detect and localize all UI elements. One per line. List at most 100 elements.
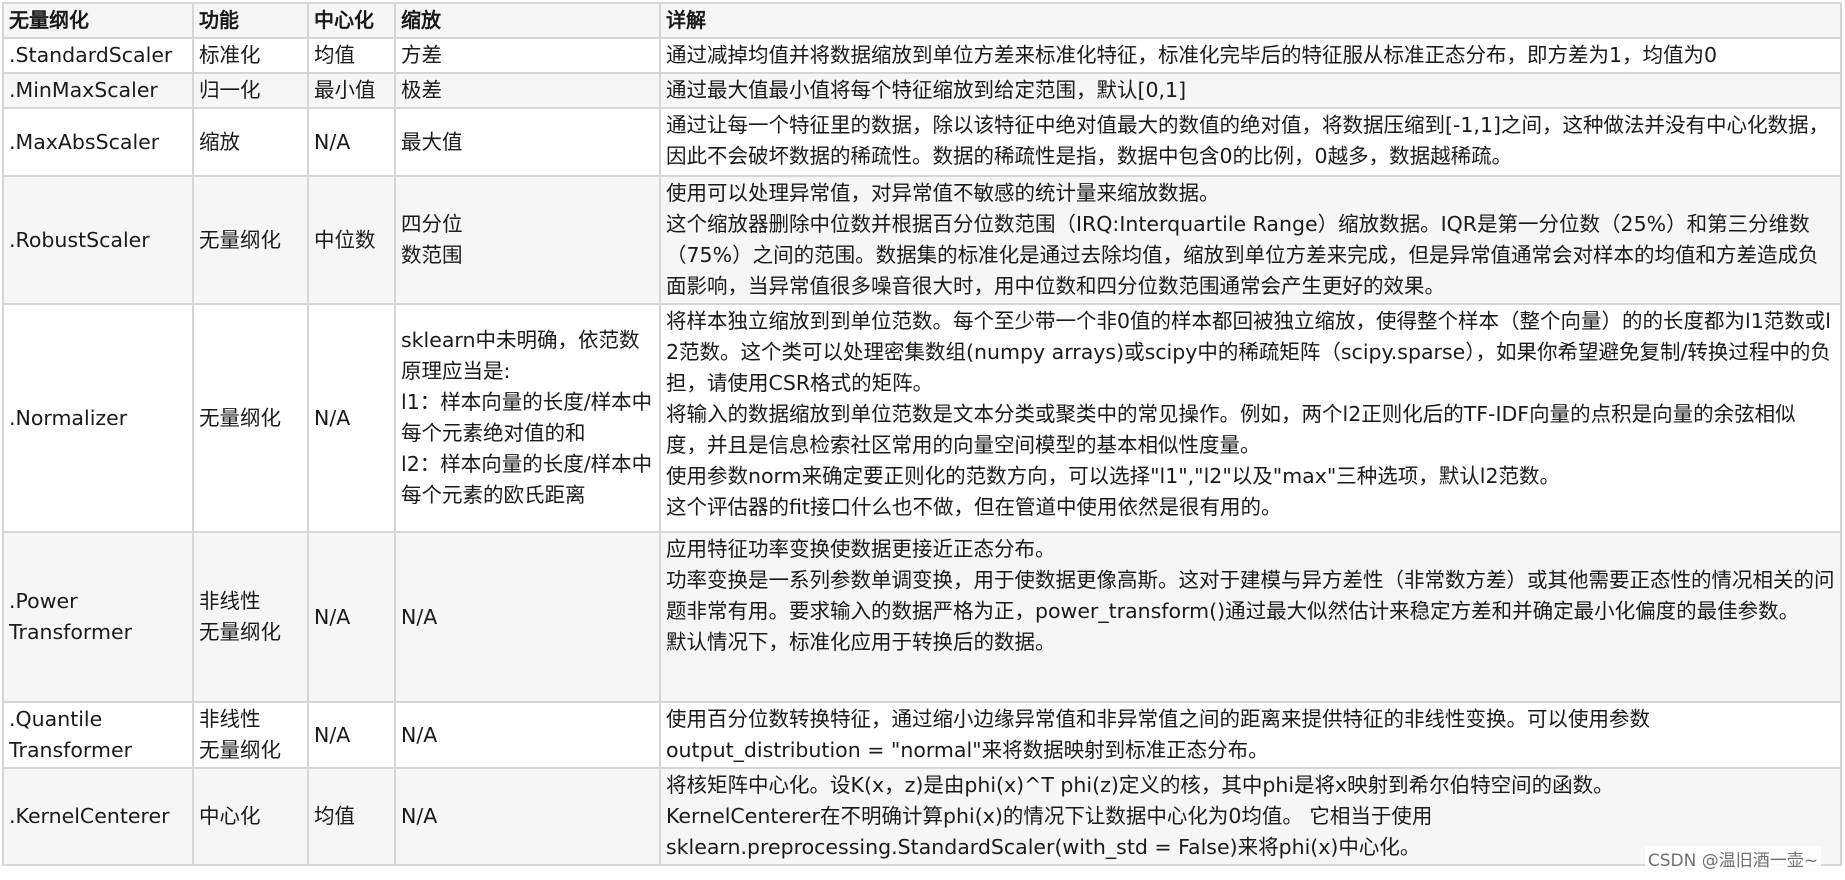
watermark: CSDN @温旧酒一壶~ xyxy=(1644,846,1821,871)
cell-function-line: 标准化 xyxy=(199,43,261,67)
cell-method: .Quantile Transformer xyxy=(2,701,194,769)
cell-function-line: 中心化 xyxy=(199,804,261,828)
cell-centering-line: 最小值 xyxy=(314,78,376,102)
cell-scaling-line: 数范围 xyxy=(401,243,463,267)
cell-function-line: 无量纲化 xyxy=(199,738,281,762)
detail-paragraph: KernelCenterer在不明确计算phi(x)的情况下让数据中心化为0均值… xyxy=(666,804,1433,828)
cell-centering-line: 中位数 xyxy=(314,227,376,252)
cell-centering: N/A xyxy=(307,107,396,177)
cell-scaling-line: 极差 xyxy=(401,78,442,102)
cell-scaling-line: N/A xyxy=(401,604,438,629)
header-function: 功能 xyxy=(192,2,309,39)
cell-scaling: 极差 xyxy=(394,72,661,109)
cell-method-line: .StandardScaler xyxy=(9,43,173,67)
detail-paragraph: 通过让每一个特征里的数据，除以该特征中绝对值最大的数值的绝对值，将数据压缩到[-… xyxy=(666,113,1829,168)
cell-method: .RobustScaler xyxy=(2,175,194,305)
detail-paragraph: 使用百分位数转换特征，通过缩小边缘异常值和非异常值之间的距离来提供特征的非线性变… xyxy=(666,707,1650,731)
table-row: .StandardScaler 标准化 均值 方差 通过减掉均值并将数据缩放到单位方差来… xyxy=(2,37,1842,74)
cell-detail: 通过让每一个特征里的数据，除以该特征中绝对值最大的数值的绝对值，将数据压缩到[-… xyxy=(659,107,1842,177)
cell-scaling-line: N/A xyxy=(401,722,438,747)
cell-detail: 通过减掉均值并将数据缩放到单位方差来标准化特征，标准化完毕后的特征服从标准正态分… xyxy=(659,37,1842,74)
table-row: .Quantile Transformer 非线性 无量纲化 N/A N/A 使用百分位数转… xyxy=(2,701,1842,769)
cell-centering: N/A xyxy=(307,303,396,533)
cell-function: 无量纲化 xyxy=(192,175,309,305)
cell-scaling: N/A xyxy=(394,701,661,769)
table-row: .MaxAbsScaler 缩放 N/A 最大值 通过让每一个特征里的数据，除以该特征中… xyxy=(2,107,1842,177)
detail-paragraph: 将输入的数据缩放到单位范数是文本分类或聚类中的常见操作。例如，两个l2正则化后的… xyxy=(666,402,1796,457)
cell-method-line: .RobustScaler xyxy=(9,227,150,252)
detail-paragraph: 应用特征功率变换使数据更接近正态分布。 xyxy=(666,537,1056,561)
detail-paragraph: output_distribution = "normal"来将数据映射到标准正… xyxy=(666,738,1269,762)
cell-scaling-line: sklearn中未明确，依范数原理应当是: xyxy=(401,328,640,383)
cell-scaling-line: l1：样本向量的长度/样本中每个元素绝对值的和 xyxy=(401,390,653,445)
cell-centering: 最小值 xyxy=(307,72,396,109)
cell-function: 中心化 xyxy=(192,767,309,866)
cell-function-line: 无量纲化 xyxy=(199,227,281,252)
cell-scaling-line: 四分位 xyxy=(401,212,463,236)
header-detail: 详解 xyxy=(659,2,1842,39)
scaler-table: 无量纲化 功能 中心化 缩放 详解 .StandardScaler 标准化 均值 方差… xyxy=(2,2,1842,866)
table-row: .RobustScaler 无量纲化 中位数 四分位 数范围 使用可以处理异常值，对异常值… xyxy=(2,175,1842,305)
header-method: 无量纲化 xyxy=(2,2,194,39)
detail-paragraph: 功率变换是一系列参数单调变换，用于使数据更像高斯。这对于建模与异方差性（非常数方… xyxy=(666,568,1835,623)
detail-paragraph: 默认情况下，标准化应用于转换后的数据。 xyxy=(666,630,1056,654)
cell-scaling: sklearn中未明确，依范数原理应当是: l1：样本向量的长度/样本中每个元素绝… xyxy=(394,303,661,533)
cell-scaling-line: l2：样本向量的长度/样本中每个元素的欧氏距离 xyxy=(401,452,653,507)
cell-function-line: 缩放 xyxy=(199,129,240,154)
cell-function: 归一化 xyxy=(192,72,309,109)
cell-function-line: 非线性 xyxy=(199,707,261,731)
cell-centering: 中位数 xyxy=(307,175,396,305)
cell-method-line: .Normalizer xyxy=(9,405,128,430)
table-row: .Power Transformer 非线性 无量纲化 N/A N/A 应用特征功率变换使数… xyxy=(2,531,1842,703)
detail-paragraph: 使用可以处理异常值，对异常值不敏感的统计量来缩放数据。 xyxy=(666,181,1220,205)
cell-centering-line: 均值 xyxy=(314,804,355,828)
cell-centering-line: 均值 xyxy=(314,43,355,67)
detail-paragraph: 这个缩放器删除中位数并根据百分位数范围（IRQ:Interquartile Ra… xyxy=(666,212,1819,298)
cell-scaling-line: N/A xyxy=(401,804,438,828)
cell-centering-line: N/A xyxy=(314,722,351,747)
cell-method-line: Transformer xyxy=(9,620,133,644)
cell-scaling-line: 方差 xyxy=(401,43,442,67)
cell-detail: 应用特征功率变换使数据更接近正态分布。功率变换是一系列参数单调变换，用于使数据更… xyxy=(659,531,1842,703)
cell-function: 无量纲化 xyxy=(192,303,309,533)
cell-function-line: 无量纲化 xyxy=(199,620,281,644)
cell-centering: N/A xyxy=(307,701,396,769)
table-row: .KernelCenterer 中心化 均值 N/A 将核矩阵中心化。设K(x，z)是由… xyxy=(2,767,1842,866)
table-header-row: 无量纲化 功能 中心化 缩放 详解 xyxy=(2,2,1842,39)
cell-function: 标准化 xyxy=(192,37,309,74)
cell-method-line: .Power xyxy=(9,589,78,613)
cell-method: .Normalizer xyxy=(2,303,194,533)
cell-scaling: 方差 xyxy=(394,37,661,74)
cell-method-line: .MaxAbsScaler xyxy=(9,129,160,154)
cell-centering-line: N/A xyxy=(314,129,351,154)
cell-detail: 通过最大值最小值将每个特征缩放到给定范围，默认[0,1] xyxy=(659,72,1842,109)
detail-paragraph: 这个评估器的fit接口什么也不做，但在管道中使用依然是很有用的。 xyxy=(666,495,1282,519)
cell-scaling: 四分位 数范围 xyxy=(394,175,661,305)
cell-function: 非线性 无量纲化 xyxy=(192,701,309,769)
cell-centering-line: N/A xyxy=(314,604,351,629)
cell-scaling: 最大值 xyxy=(394,107,661,177)
cell-method: .Power Transformer xyxy=(2,531,194,703)
cell-detail: 使用可以处理异常值，对异常值不敏感的统计量来缩放数据。这个缩放器删除中位数并根据… xyxy=(659,175,1842,305)
cell-scaling: N/A xyxy=(394,767,661,866)
cell-scaling: N/A xyxy=(394,531,661,703)
cell-centering: 均值 xyxy=(307,37,396,74)
cell-method-line: .Quantile xyxy=(9,707,103,731)
cell-method-line: .KernelCenterer xyxy=(9,804,170,828)
cell-method: .MinMaxScaler xyxy=(2,72,194,109)
detail-paragraph: 通过减掉均值并将数据缩放到单位方差来标准化特征，标准化完毕后的特征服从标准正态分… xyxy=(666,43,1718,67)
table-row: .MinMaxScaler 归一化 最小值 极差 通过最大值最小值将每个特征缩放到给定范… xyxy=(2,72,1842,109)
cell-function-line: 无量纲化 xyxy=(199,405,281,430)
cell-centering-line: N/A xyxy=(314,405,351,430)
detail-paragraph: 使用参数norm来确定要正则化的范数方向，可以选择"l1","l2"以及"max… xyxy=(666,464,1561,488)
detail-paragraph: 通过最大值最小值将每个特征缩放到给定范围，默认[0,1] xyxy=(666,78,1187,102)
cell-function-line: 非线性 xyxy=(199,589,261,613)
detail-paragraph: 将核矩阵中心化。设K(x，z)是由phi(x)^T phi(z)定义的核，其中p… xyxy=(666,773,1614,797)
cell-function-line: 归一化 xyxy=(199,78,261,102)
cell-method: .MaxAbsScaler xyxy=(2,107,194,177)
header-centering: 中心化 xyxy=(307,2,396,39)
detail-paragraph: 将样本独立缩放到到单位范数。每个至少带一个非0值的样本都回被独立缩放，使得整个样… xyxy=(666,309,1831,395)
cell-function: 非线性 无量纲化 xyxy=(192,531,309,703)
table-row: .Normalizer 无量纲化 N/A sklearn中未明确，依范数原理应当是: l… xyxy=(2,303,1842,533)
cell-method-line: .MinMaxScaler xyxy=(9,78,158,102)
